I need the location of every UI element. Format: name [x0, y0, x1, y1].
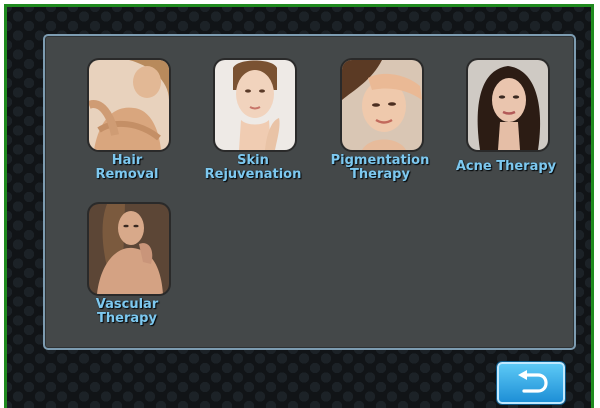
- return-arrow-icon: [518, 370, 548, 393]
- pigmentation-therapy-thumbnail: [342, 60, 422, 150]
- pigmentation-therapy-photo: [342, 60, 422, 150]
- app-screen: Hair Removal Skin Rejuvenation Pigmentat…: [4, 4, 594, 408]
- menu-item-skin-rejuvenation[interactable]: Skin Rejuvenation: [188, 60, 308, 200]
- acne-therapy-thumbnail: [468, 60, 548, 150]
- hair-removal-photo: [89, 60, 169, 150]
- menu-item-label: Acne Therapy: [455, 159, 557, 174]
- acne-therapy-photo: [468, 60, 548, 150]
- menu-item-hair-removal[interactable]: Hair Removal: [62, 60, 182, 200]
- vascular-therapy-photo: [89, 204, 169, 294]
- back-button[interactable]: [497, 362, 565, 404]
- skin-rejuvenation-photo: [215, 60, 295, 150]
- menu-item-acne-therapy[interactable]: Acne Therapy: [441, 60, 561, 200]
- skin-rejuvenation-thumbnail: [215, 60, 295, 150]
- hair-removal-thumbnail: [89, 60, 169, 150]
- menu-item-vascular-therapy[interactable]: Vascular Therapy: [62, 204, 182, 344]
- treatment-menu-panel: Hair Removal Skin Rejuvenation Pigmentat…: [43, 34, 576, 350]
- vascular-therapy-thumbnail: [89, 204, 169, 294]
- menu-item-pigmentation-therapy[interactable]: Pigmentation Therapy: [315, 60, 435, 200]
- menu-item-label: Vascular Therapy: [95, 297, 159, 326]
